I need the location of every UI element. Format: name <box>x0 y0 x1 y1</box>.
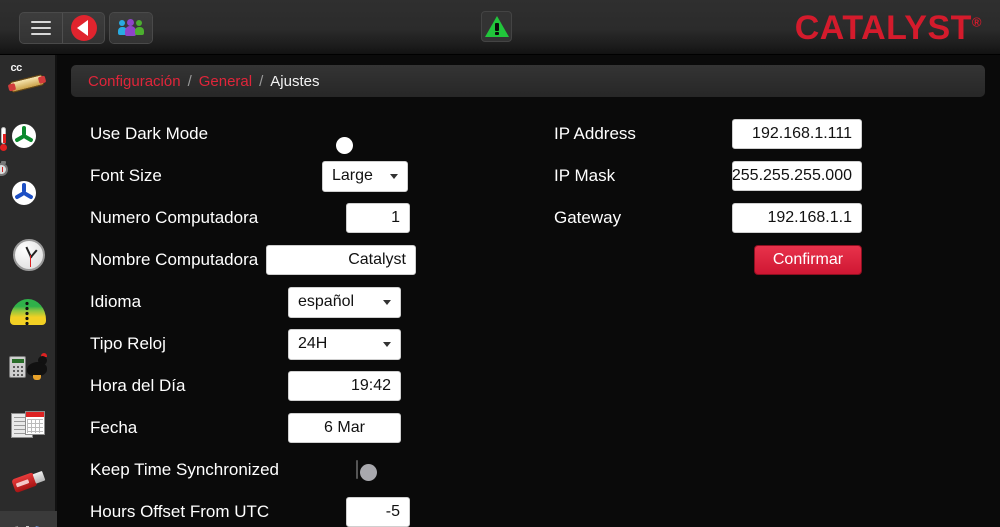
gateway-value: 192.168.1.1 <box>767 209 852 226</box>
row-computer-name: Nombre Computadora Catalyst <box>90 239 450 281</box>
chevron-down-icon <box>383 299 391 305</box>
date-label: Fecha <box>90 418 138 437</box>
alarm-status-button[interactable] <box>481 11 512 42</box>
utc-offset-value: -5 <box>385 503 400 520</box>
left-sidebar: cc <box>0 55 57 527</box>
sidebar-item-fan-temperature[interactable] <box>0 112 57 169</box>
calendar-report-icon <box>9 406 49 446</box>
utc-offset-label: Hours Offset From UTC <box>90 502 270 521</box>
time-of-day-label: Hora del Día <box>90 376 186 395</box>
apps-button[interactable] <box>110 13 152 43</box>
general-settings-column: Use Dark Mode Font Size Large Numero Com… <box>90 113 450 527</box>
computer-name-value: Catalyst <box>348 251 406 268</box>
ip-address-label: IP Address <box>554 124 636 143</box>
chevron-down-icon <box>383 341 391 347</box>
utc-offset-input[interactable]: -5 <box>346 497 410 527</box>
app-window: CATALYST® cc Configuración / General / A… <box>0 0 1000 527</box>
row-time-of-day: Hora del Día 19:42 <box>90 365 450 407</box>
time-of-day-input[interactable]: 19:42 <box>288 371 401 401</box>
top-toolbar: CATALYST® <box>0 0 1000 55</box>
row-ip-address: IP Address 192.168.1.111 <box>554 113 934 155</box>
computer-number-label: Numero Computadora <box>90 208 259 227</box>
menu-button[interactable] <box>20 13 62 43</box>
row-font-size: Font Size Large <box>90 155 450 197</box>
row-clock-type: Tipo Reloj 24H <box>90 323 450 365</box>
breadcrumb-general[interactable]: General <box>199 73 252 90</box>
date-value: 6 Mar <box>324 419 365 436</box>
keep-time-sync-toggle[interactable] <box>356 460 377 481</box>
nav-button-group <box>19 12 105 44</box>
sidebar-item-bird-feed-control[interactable] <box>0 340 57 397</box>
font-size-value: Large <box>332 167 373 184</box>
row-confirm: Confirmar <box>554 239 934 281</box>
chicken-keypad-icon <box>8 349 49 389</box>
clock-type-select[interactable]: 24H <box>288 328 401 360</box>
language-select[interactable]: español <box>288 286 401 318</box>
main-content: Configuración / General / Ajustes Use Da… <box>57 55 1000 527</box>
language-value: español <box>298 293 355 310</box>
row-date: Fecha 6 Mar <box>90 407 450 449</box>
apps-button-group <box>109 12 153 44</box>
cc-cable-icon: cc <box>8 61 49 104</box>
font-size-select[interactable]: Large <box>322 160 408 192</box>
network-settings-column: IP Address 192.168.1.111 IP Mask 255.255… <box>554 113 934 281</box>
back-button[interactable] <box>62 13 104 43</box>
usb-drive-icon <box>9 463 49 503</box>
keep-time-sync-label: Keep Time Synchronized <box>90 460 279 479</box>
sidebar-item-fan-timer[interactable] <box>0 160 57 226</box>
cc-label: cc <box>10 61 23 74</box>
sidebar-item-usb-drive[interactable] <box>0 454 57 511</box>
clock-icon <box>9 235 49 275</box>
row-computer-number: Numero Computadora 1 <box>90 197 450 239</box>
breadcrumb-current: Ajustes <box>270 72 320 90</box>
ip-mask-label: IP Mask <box>554 166 616 185</box>
clock-type-label: Tipo Reloj <box>90 334 166 353</box>
row-ip-mask: IP Mask 255.255.255.000 <box>554 155 934 197</box>
fan-timer-icon <box>0 160 49 218</box>
computer-number-value: 1 <box>391 209 400 226</box>
time-of-day-value: 19:42 <box>350 377 391 394</box>
computer-name-label: Nombre Computadora <box>90 250 259 269</box>
confirm-button-label: Confirmar <box>772 251 844 268</box>
font-size-label: Font Size <box>90 166 162 185</box>
warning-triangle-icon <box>484 16 509 37</box>
row-gateway: Gateway 192.168.1.1 <box>554 197 934 239</box>
play-left-icon <box>70 15 97 41</box>
ip-mask-input[interactable]: 255.255.255.000 <box>732 161 862 191</box>
breadcrumb-separator: / <box>187 72 192 90</box>
date-input[interactable]: 6 Mar <box>288 413 401 443</box>
gateway-input[interactable]: 192.168.1.1 <box>732 203 862 233</box>
breadcrumb-separator: / <box>259 72 264 90</box>
sidebar-item-cc-cable[interactable]: cc <box>0 55 57 112</box>
dark-mode-label: Use Dark Mode <box>90 124 209 143</box>
registered-mark: ® <box>971 14 982 30</box>
computer-number-input[interactable]: 1 <box>346 203 410 233</box>
brand-logo: CATALYST® <box>795 9 982 48</box>
language-label: Idioma <box>90 292 142 311</box>
sidebar-item-reports-calendar[interactable] <box>0 397 57 454</box>
breadcrumb-root[interactable]: Configuración <box>88 73 181 90</box>
clock-type-value: 24H <box>298 335 328 352</box>
sidebar-item-clock[interactable] <box>0 226 57 283</box>
chevron-down-icon <box>390 173 398 179</box>
row-language: Idioma español <box>90 281 450 323</box>
sidebar-item-growth-curve[interactable] <box>0 283 57 340</box>
fan-temperature-icon <box>0 121 49 161</box>
breadcrumb: Configuración / General / Ajustes <box>71 65 985 97</box>
people-group-icon <box>118 19 144 37</box>
ip-address-value: 192.168.1.111 <box>752 125 852 142</box>
gateway-label: Gateway <box>554 208 622 227</box>
brand-name: CATALYST <box>794 9 972 47</box>
row-dark-mode: Use Dark Mode <box>90 113 450 155</box>
sidebar-item-tools-settings[interactable] <box>0 511 57 527</box>
hamburger-icon <box>31 21 51 35</box>
growth-curve-icon <box>9 292 49 332</box>
row-keep-time-sync: Keep Time Synchronized <box>90 449 450 491</box>
confirm-button[interactable]: Confirmar <box>754 245 862 275</box>
computer-name-input[interactable]: Catalyst <box>266 245 416 275</box>
ip-mask-value: 255.255.255.000 <box>731 167 852 184</box>
row-utc-offset: Hours Offset From UTC -5 <box>90 491 450 527</box>
ip-address-input[interactable]: 192.168.1.111 <box>732 119 862 149</box>
toolbox-icon <box>9 520 49 527</box>
